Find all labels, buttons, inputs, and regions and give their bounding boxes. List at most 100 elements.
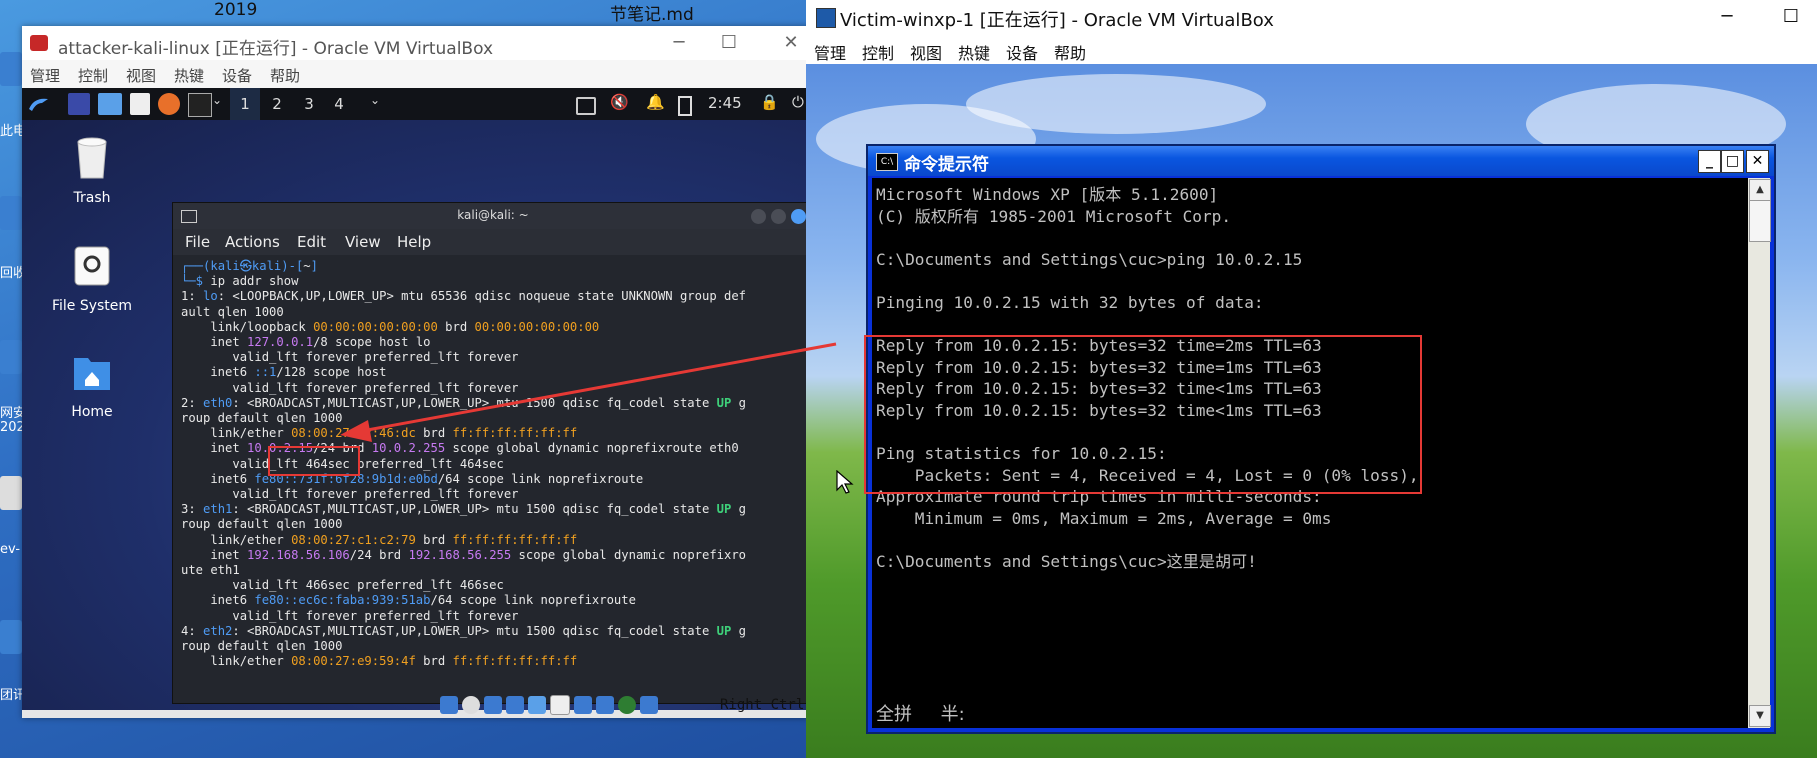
scroll-thumb[interactable] [1749,200,1771,242]
workspace-3[interactable]: 3 [294,93,324,115]
maximize-button[interactable] [771,209,786,224]
kali-vbox-window[interactable]: attacker-kali-linux [正在运行] - Oracle VM V… [22,26,814,718]
menu-control[interactable]: 控制 [78,65,108,86]
chevron-down-icon[interactable]: ⌄ [370,93,380,115]
mouse-integration-icon[interactable] [640,695,658,714]
menu-hotkey[interactable]: 热键 [174,65,204,86]
menu-help[interactable]: 帮助 [270,65,300,86]
victim-vbox-titlebar[interactable]: Victim-winxp-1 [正在运行] - Oracle VM Virtua… [806,0,1817,34]
terminal-line: 1: lo: <LOOPBACK,UP,LOWER_UP> mtu 65536 … [181,289,747,304]
cpu-icon[interactable] [618,695,636,714]
close-button[interactable]: ✕ [774,30,808,56]
cmd-console[interactable]: Microsoft Windows XP [版本 5.1.2600] (C) 版权… [864,178,1748,728]
close-button[interactable]: ✕ [1746,150,1769,173]
cmd-titlebar[interactable]: C:\ 命令提示符 _ □ ✕ [868,146,1774,176]
menu-manage[interactable]: 管理 [814,40,846,64]
host-recycle-icon[interactable] [0,196,22,230]
host-app-icon[interactable] [0,620,22,654]
host-app-icon[interactable] [0,476,22,510]
cmd-line [876,314,1419,336]
host-pc-icon[interactable] [0,52,22,86]
chevron-down-icon[interactable]: ⌄ [212,93,222,115]
host-file-label[interactable]: 2019 [214,0,257,20]
bell-icon[interactable]: 🔔 [646,93,665,115]
file-manager-icon[interactable] [98,93,122,115]
display-icon[interactable] [576,97,596,115]
terminal-menu-actions[interactable]: Actions [225,233,280,251]
terminal-menubar: File Actions Edit View Help [173,229,813,255]
minimize-button[interactable]: ─ [1710,4,1744,30]
menu-help[interactable]: 帮助 [1054,40,1086,64]
minimize-button[interactable] [751,209,766,224]
desktop-item-label: File System [51,298,133,314]
terminal-line: valid_lft forever preferred_lft forever [181,350,519,365]
network-icon[interactable] [506,695,524,714]
panel-clock[interactable]: 2:45 [708,94,742,112]
show-desktop-icon[interactable] [68,93,90,115]
firefox-icon[interactable] [158,93,180,115]
usb-icon[interactable] [528,695,546,714]
terminal-line: 4: eth2: <BROADCAST,MULTICAST,UP,LOWER_U… [181,623,747,638]
terminal-icon[interactable] [188,93,212,117]
victim-vbox-window[interactable]: Victim-winxp-1 [正在运行] - Oracle VM Virtua… [806,0,1817,758]
menu-devices[interactable]: 设备 [222,65,252,86]
shared-folder-icon[interactable] [550,694,570,715]
desktop-item-filesystem[interactable]: File System [42,244,142,314]
terminal-line: valid_lft forever preferred_lft forever [181,487,519,502]
maximize-button[interactable]: □ [1721,150,1744,173]
text-editor-icon[interactable] [130,93,150,115]
battery-icon[interactable] [678,96,692,116]
maximize-button[interactable]: ☐ [1774,4,1808,30]
power-icon[interactable]: ⏻ [792,93,804,115]
terminal-menu-edit[interactable]: Edit [297,233,326,251]
home-folder-icon [74,358,110,390]
recording-icon[interactable] [596,695,614,714]
vbox-status-icons [440,694,662,718]
desktop-item-home[interactable]: Home [42,350,142,420]
minimize-button[interactable]: ─ [662,30,696,56]
close-button[interactable] [791,209,806,224]
minimize-button[interactable]: _ [1698,150,1721,173]
terminal-menu-view[interactable]: View [345,233,381,251]
menu-manage[interactable]: 管理 [30,65,60,86]
terminal-line: inet6 fe80::ec6c:faba:939:51ab/64 scope … [181,593,636,608]
maximize-button[interactable]: ☐ [712,30,746,56]
menu-devices[interactable]: 设备 [1006,40,1038,64]
workspace-2[interactable]: 2 [262,93,292,115]
desktop-item-trash[interactable]: Trash [42,136,142,206]
terminal-titlebar[interactable]: kali@kali: ~ [173,203,813,229]
scroll-down-button[interactable]: ▼ [1749,705,1771,727]
kali-vbox-statusbar [22,710,812,718]
host-file-label[interactable]: 节笔记.md [610,0,694,25]
terminal-title: kali@kali: ~ [457,208,529,222]
terminal-line: link/ether 08:00:27:22:46:dc brd ff:ff:f… [181,426,578,441]
terminal-menu-file[interactable]: File [185,233,210,251]
terminal-line: link/ether 08:00:27:c1:c2:79 brd ff:ff:f… [181,532,578,547]
cmd-scrollbar[interactable]: ▲ ▼ [1748,178,1771,728]
cmd-line [876,227,1419,249]
cmd-line: C:\Documents and Settings\cuc>这里是胡可! [876,552,1257,572]
menu-view[interactable]: 视图 [126,65,156,86]
terminal-line: valid_lft 466sec preferred_lft 466sec [181,578,504,593]
menu-view[interactable]: 视图 [910,40,942,64]
kali-vbox-titlebar[interactable]: attacker-kali-linux [正在运行] - Oracle VM V… [22,26,812,60]
workspace-1[interactable]: 1 [230,93,260,115]
mute-icon[interactable]: 🔇 [610,93,629,115]
display-icon[interactable] [574,695,592,714]
disk-icon[interactable] [440,695,458,714]
menu-hotkey[interactable]: 热键 [958,40,990,64]
terminal-menu-help[interactable]: Help [397,233,431,251]
victim-vbox-title: Victim-winxp-1 [正在运行] - Oracle VM Virtua… [840,10,1274,31]
kali-menu-icon[interactable] [26,93,52,115]
audio-icon[interactable] [484,695,502,714]
cmd-window[interactable]: C:\ 命令提示符 _ □ ✕ Microsoft Windows XP [版本… [864,144,1776,734]
kali-top-panel: ⌄ 1 2 3 4 ⌄ 🔇 🔔 2:45 🔒 ⏻ [22,88,812,120]
cmd-title: 命令提示符 [904,155,989,175]
host-app-icon[interactable] [0,340,22,374]
scroll-up-button[interactable]: ▲ [1749,179,1771,201]
workspace-4[interactable]: 4 [324,93,354,115]
optical-icon[interactable] [462,695,480,714]
menu-control[interactable]: 控制 [862,40,894,64]
host-key-label: Right Ctrl [720,697,805,713]
lock-icon[interactable]: 🔒 [760,93,779,115]
